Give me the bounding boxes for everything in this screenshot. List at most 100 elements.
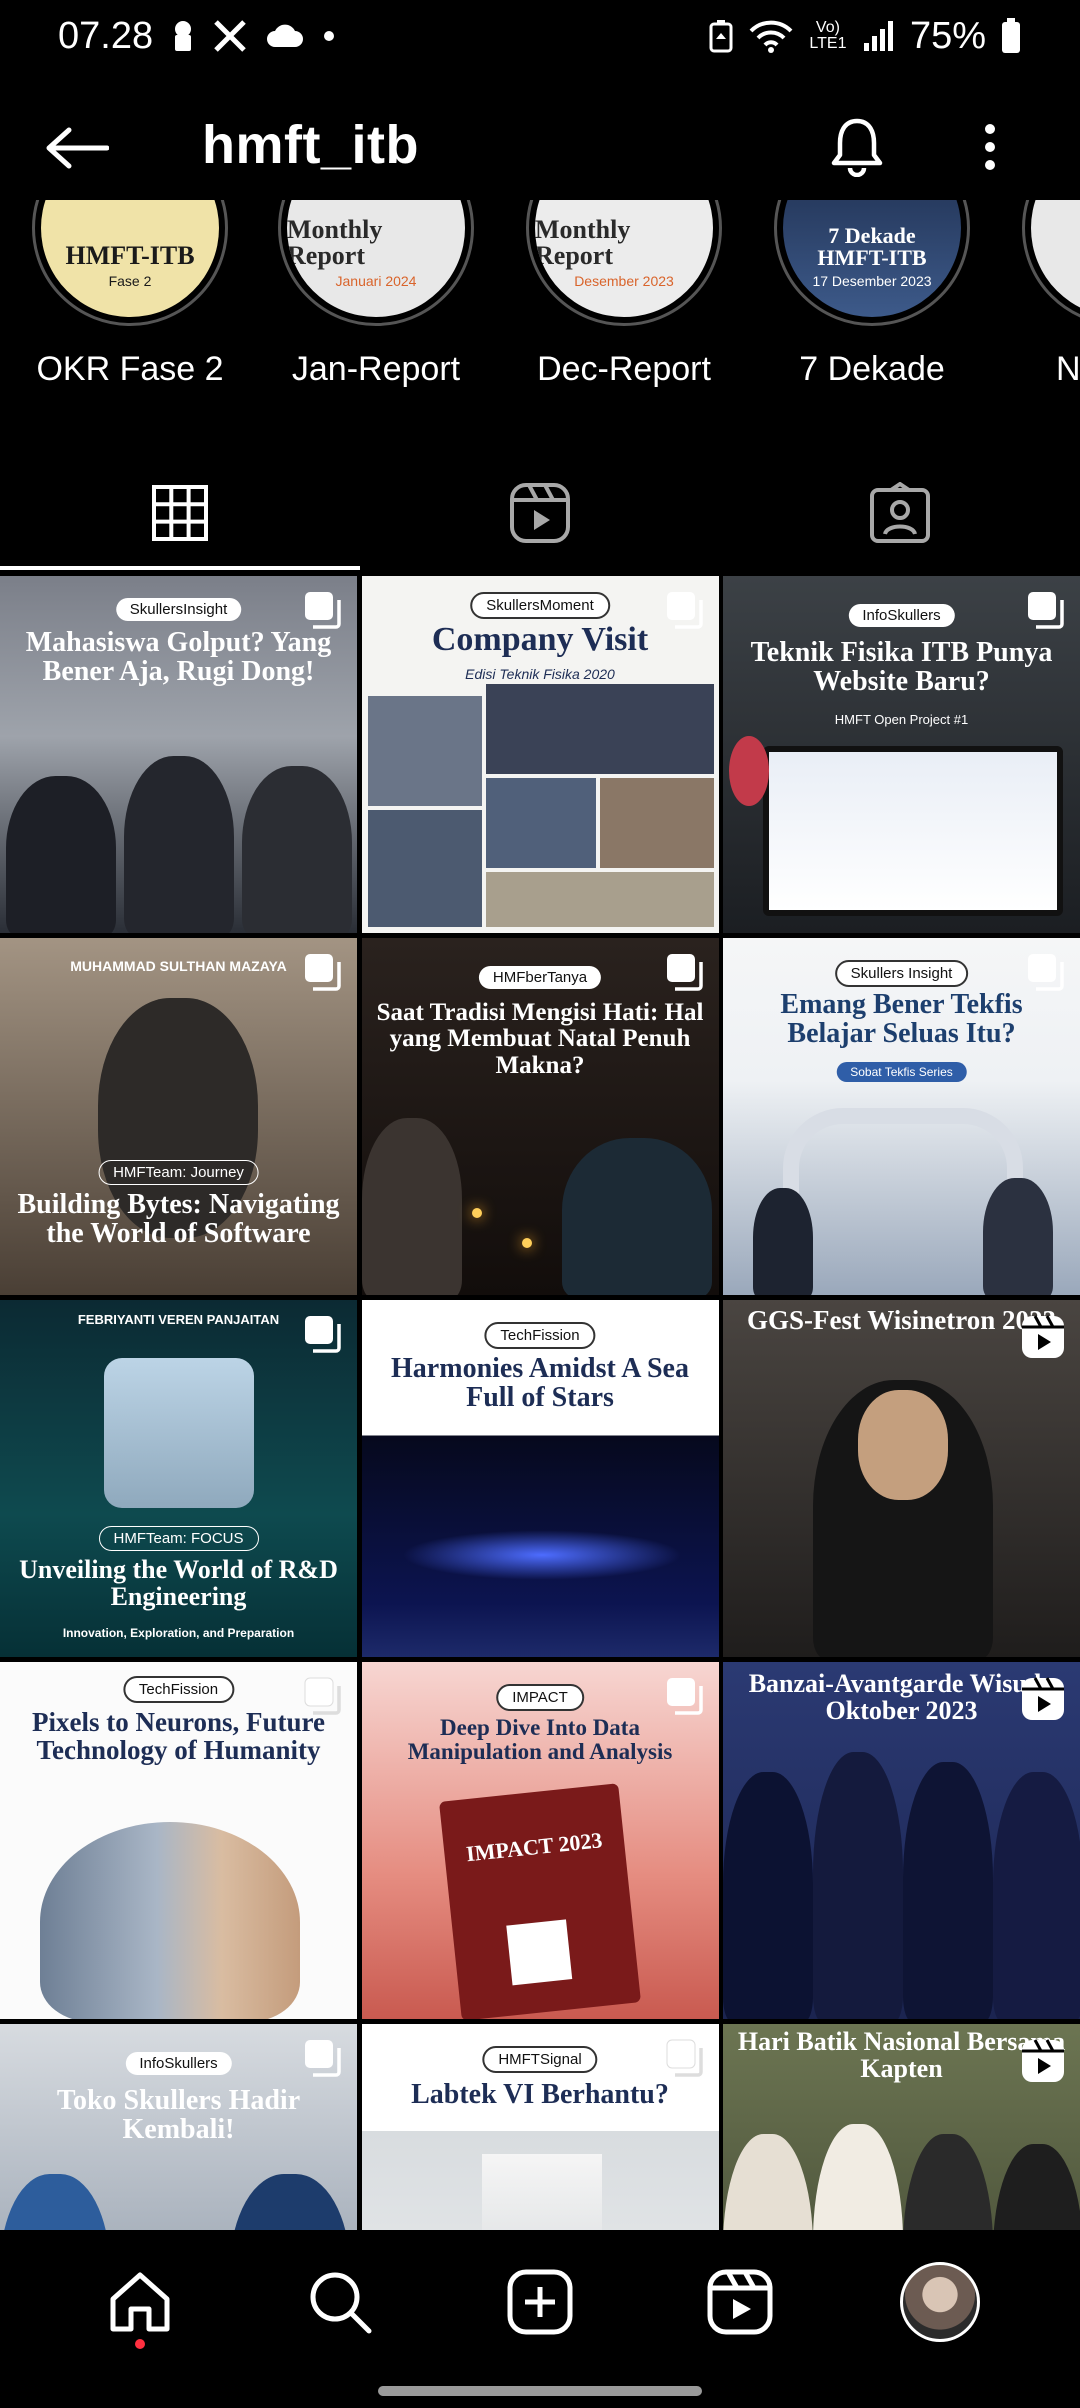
post-tag: HMFTeam: FOCUS [98,1526,259,1551]
post-tile[interactable]: IMPACT Deep Dive Into Data Manipulation … [361,1662,719,2019]
post-tile[interactable]: TechFission Harmonies Amidst A Sea Full … [361,1300,719,1657]
wifi-icon [748,19,794,53]
highlight-cover-subtitle: Fase 2 [108,273,152,289]
photo-thumb [485,872,714,927]
post-title: Mahasiswa Golput? Yang Bener Aja, Rugi D… [25,627,332,688]
post-title: Deep Dive Into Data Manipulation and Ana… [407,1715,673,1765]
post-tile[interactable]: TechFission Pixels to Neurons, Future Te… [0,1662,357,2019]
photo-thumb [367,810,482,927]
post-title: Saat Tradisi Mengisi Hati: Hal yang Memb… [376,999,704,1079]
post-tile[interactable]: InfoSkullers Toko Skullers Hadir Kembali… [0,2024,357,2230]
highlight-cover: Monthly Report Desember 2023 [535,200,713,317]
post-tile[interactable]: HMFTSignal Labtek VI Berhantu? [361,2024,719,2230]
highlight-dec-report[interactable]: Monthly Report Desember 2023 Dec-Report [504,200,724,410]
highlight-7-dekade[interactable]: 7 Dekade HMFT-ITB 17 Desember 2023 7 Dek… [752,200,972,410]
post-tag: TechFission [484,1322,596,1349]
post-tile[interactable]: HMFberTanya Saat Tradisi Mengisi Hati: H… [361,938,719,1295]
home-indicator[interactable] [378,2386,702,2396]
flower-graphic [729,736,769,806]
photo-thumb [367,696,482,806]
multiple-posts-icon [666,1316,703,1353]
highlight-label: Jan-Report [291,350,461,388]
nav-profile[interactable] [885,2247,995,2357]
highlight-label: OKR Fase 2 [36,350,224,388]
post-subtitle: Sobat Tekfis Series [836,1062,967,1082]
nav-search[interactable] [285,2247,395,2357]
person-figure [723,2134,813,2230]
post-tag: HMFberTanya [478,966,602,989]
poster-graphic: IMPACT 2023 [438,1783,641,2019]
posts-grid: SkullersInsight Mahasiswa Golput? Yang B… [0,576,1080,2230]
nav-home[interactable] [85,2247,195,2357]
cloud-icon [265,23,305,49]
tagged-icon [870,481,930,543]
highlight-cover-title: HMFT-ITB [65,241,195,270]
post-tag: HMFTSignal [482,2046,598,2073]
bottom-navigation [0,2232,1080,2372]
person-figure [813,2124,903,2230]
person-figure [903,2134,993,2230]
highlight-jan-report[interactable]: Monthly Report Januari 2024 Jan-Report [256,200,476,410]
notifications-button[interactable] [822,112,892,182]
tab-tagged[interactable] [720,455,1080,570]
highlight-cover-subtitle: 17 Desember 2023 [812,273,932,289]
post-tile[interactable]: InfoSkullers Teknik Fisika ITB Punya Web… [723,576,1080,933]
multiple-posts-icon [305,1316,341,1353]
post-tile[interactable]: Banzai-Avantgarde Wisuda Oktober 2023 [723,1662,1080,2019]
post-tag: TechFission [122,1676,235,1703]
person-figure [6,776,116,933]
highlight-cover [1031,200,1080,317]
post-title: Toko Skullers Hadir Kembali! [56,2085,301,2146]
post-title: Harmonies Amidst A Sea Full of Stars [391,1353,689,1414]
highlight-nov[interactable]: Nov [1000,200,1080,410]
post-tile[interactable]: GGS-Fest Wisinetron 2023 [723,1300,1080,1657]
nav-create[interactable] [485,2247,595,2357]
tab-reels[interactable] [360,455,720,570]
highlight-okr-fase-2[interactable]: HMFT-ITB Fase 2 OKR Fase 2 [10,200,230,410]
post-tile[interactable]: MUHAMMAD SULTHAN MAZAYA HMFTeam: Journey… [0,938,357,1295]
highlight-cover-title: 7 Dekade HMFT-ITB [817,223,927,270]
more-vertical-icon [985,124,995,170]
status-time: 07.28 [58,14,154,57]
post-title: Unveiling the World of R&D Engineering [19,1555,338,1612]
multiple-posts-icon [304,1677,341,1715]
tab-posts-grid[interactable] [0,455,360,570]
post-tag: Skullers Insight [834,960,969,987]
post-tag: SkullersInsight [115,598,242,621]
post-tile[interactable]: FEBRIYANTI VEREN PANJAITAN HMFTeam: FOCU… [0,1300,357,1657]
back-button[interactable] [42,118,112,178]
post-subtitle: Edisi Teknik Fisika 2020 [465,666,615,682]
person-figure [230,2174,350,2230]
avatar [900,2262,980,2342]
highlight-cover: Monthly Report Januari 2024 [287,200,465,317]
qr-code-graphic [505,1919,572,1986]
nav-reels[interactable] [685,2247,795,2357]
face-graphic [858,1390,948,1500]
photo-thumb [485,684,714,774]
person-figure [124,756,234,933]
post-tile[interactable]: Hari Batik Nasional Bersama Kapten [723,2024,1080,2230]
post-tile[interactable]: Skullers Insight Emang Bener Tekfis Bela… [723,938,1080,1295]
post-footer: Innovation, Exploration, and Preparation [62,1626,295,1640]
person-figure [993,2144,1080,2230]
photo-thumb [485,778,596,868]
person-figure [242,766,352,933]
profile-username: hmft_itb [202,115,419,175]
x-app-icon [213,19,247,53]
highlight-label: Dec-Report [537,350,711,388]
highlight-cover-subtitle: Desember 2023 [574,273,674,289]
battery-percent: 75% [909,14,986,57]
post-tile[interactable]: SkullersInsight Mahasiswa Golput? Yang B… [0,576,357,933]
post-tag: InfoSkullers [125,2052,232,2075]
post-title: Pixels to Neurons, Future Technology of … [32,1707,325,1766]
person-figure [813,1752,903,2019]
reel-badge-icon [1022,1315,1064,1358]
profile-photo [104,1358,254,1508]
more-options-button[interactable] [960,112,1020,182]
person-figure [993,1772,1080,2019]
home-icon [110,2272,170,2332]
highlight-cover: HMFT-ITB Fase 2 [41,200,219,317]
post-tile[interactable]: SkullersMoment Company Visit Edisi Tekni… [361,576,719,933]
profile-header: hmft_itb [0,100,1080,196]
bell-icon [831,118,883,177]
